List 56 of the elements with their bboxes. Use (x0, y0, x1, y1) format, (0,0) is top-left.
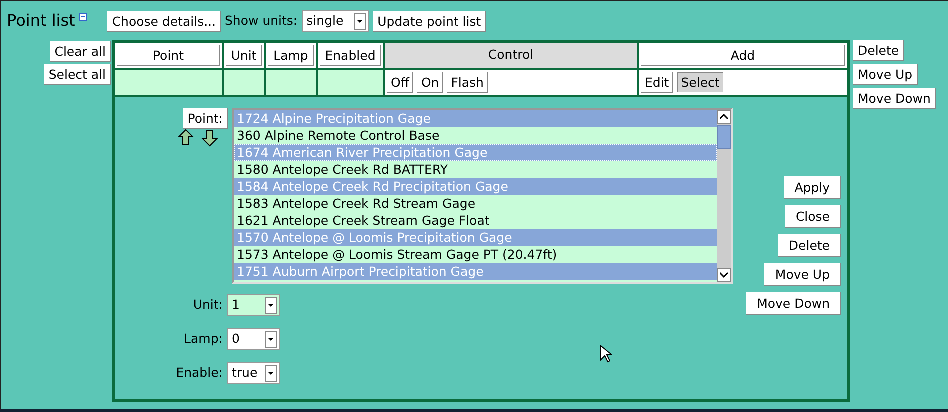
filter-button[interactable]: On (417, 72, 444, 93)
table-action-button[interactable]: Move Up (853, 64, 918, 85)
down-caret-icon (720, 272, 728, 278)
column-header: Control (385, 43, 637, 68)
filter-button[interactable]: Select (677, 72, 724, 93)
list-item[interactable]: 1583 Antelope Creek Rd Stream Gage (234, 195, 717, 212)
table-action-button[interactable]: Delete (853, 40, 904, 61)
caret-icon (354, 12, 366, 30)
editor-button[interactable]: Close (784, 205, 841, 228)
editor-button[interactable]: Apply (784, 176, 841, 199)
update-point-list-button[interactable]: Update point list (372, 10, 486, 32)
editor-button[interactable]: Move Down (746, 292, 841, 315)
point-button[interactable]: Point: (182, 108, 228, 129)
list-item[interactable]: 1580 Antelope Creek Rd BATTERY (234, 161, 717, 178)
field-label: Enable: (175, 364, 224, 382)
editor-button[interactable]: Delete (778, 234, 841, 257)
filter-cell (266, 70, 316, 95)
up-caret-icon (720, 114, 728, 120)
field-dropdown[interactable]: 1 (227, 294, 280, 316)
choose-details-button[interactable]: Choose details... (107, 10, 221, 32)
field-dropdown[interactable]: 0 (227, 328, 280, 350)
table-action-button[interactable]: Move Down (853, 88, 936, 109)
table-action-button[interactable]: Clear all (50, 41, 111, 62)
column-header-button[interactable]: Point (117, 45, 220, 66)
caret-icon (265, 296, 277, 314)
point-listbox[interactable] (232, 108, 733, 284)
filter-button[interactable]: Off (387, 72, 414, 93)
column-header-button[interactable]: Unit (226, 45, 262, 66)
list-item[interactable]: 360 Alpine Remote Control Base (234, 127, 717, 144)
field-label: Lamp: (183, 330, 224, 348)
filter-button[interactable]: Flash (447, 72, 488, 93)
filter-cell (224, 70, 264, 95)
table-action-button[interactable]: Select all (44, 64, 111, 85)
column-header-button[interactable]: Lamp (268, 45, 314, 66)
field-dropdown[interactable]: true (227, 362, 280, 384)
caret-icon (265, 364, 277, 382)
list-item[interactable]: 1621 Antelope Creek Stream Gage Float (234, 212, 717, 229)
show-units-label: Show units: (225, 12, 298, 30)
filter-button[interactable]: Edit (641, 72, 674, 93)
page-title: Point list (7, 10, 76, 32)
mouse-pointer-icon (600, 345, 612, 363)
scroll-down-button[interactable] (717, 268, 731, 282)
list-item[interactable]: 1573 Antelope @ Loomis Stream Gage PT (20.47ft) (234, 246, 717, 263)
field-label: Unit: (192, 296, 224, 314)
scroll-thumb[interactable] (717, 125, 731, 149)
filter-cell (318, 70, 383, 95)
collapse-icon[interactable] (79, 13, 88, 21)
caret-icon (265, 330, 277, 348)
scrollbar[interactable] (717, 110, 731, 282)
editor-button[interactable]: Move Up (764, 263, 841, 286)
column-header-button[interactable]: Enabled (320, 45, 381, 66)
down-arrow-icon[interactable] (202, 130, 218, 147)
up-arrow-icon[interactable] (178, 129, 194, 146)
column-header-button[interactable]: Add (641, 45, 845, 66)
scroll-up-button[interactable] (717, 110, 731, 124)
show-units-dropdown[interactable]: single (302, 10, 369, 32)
